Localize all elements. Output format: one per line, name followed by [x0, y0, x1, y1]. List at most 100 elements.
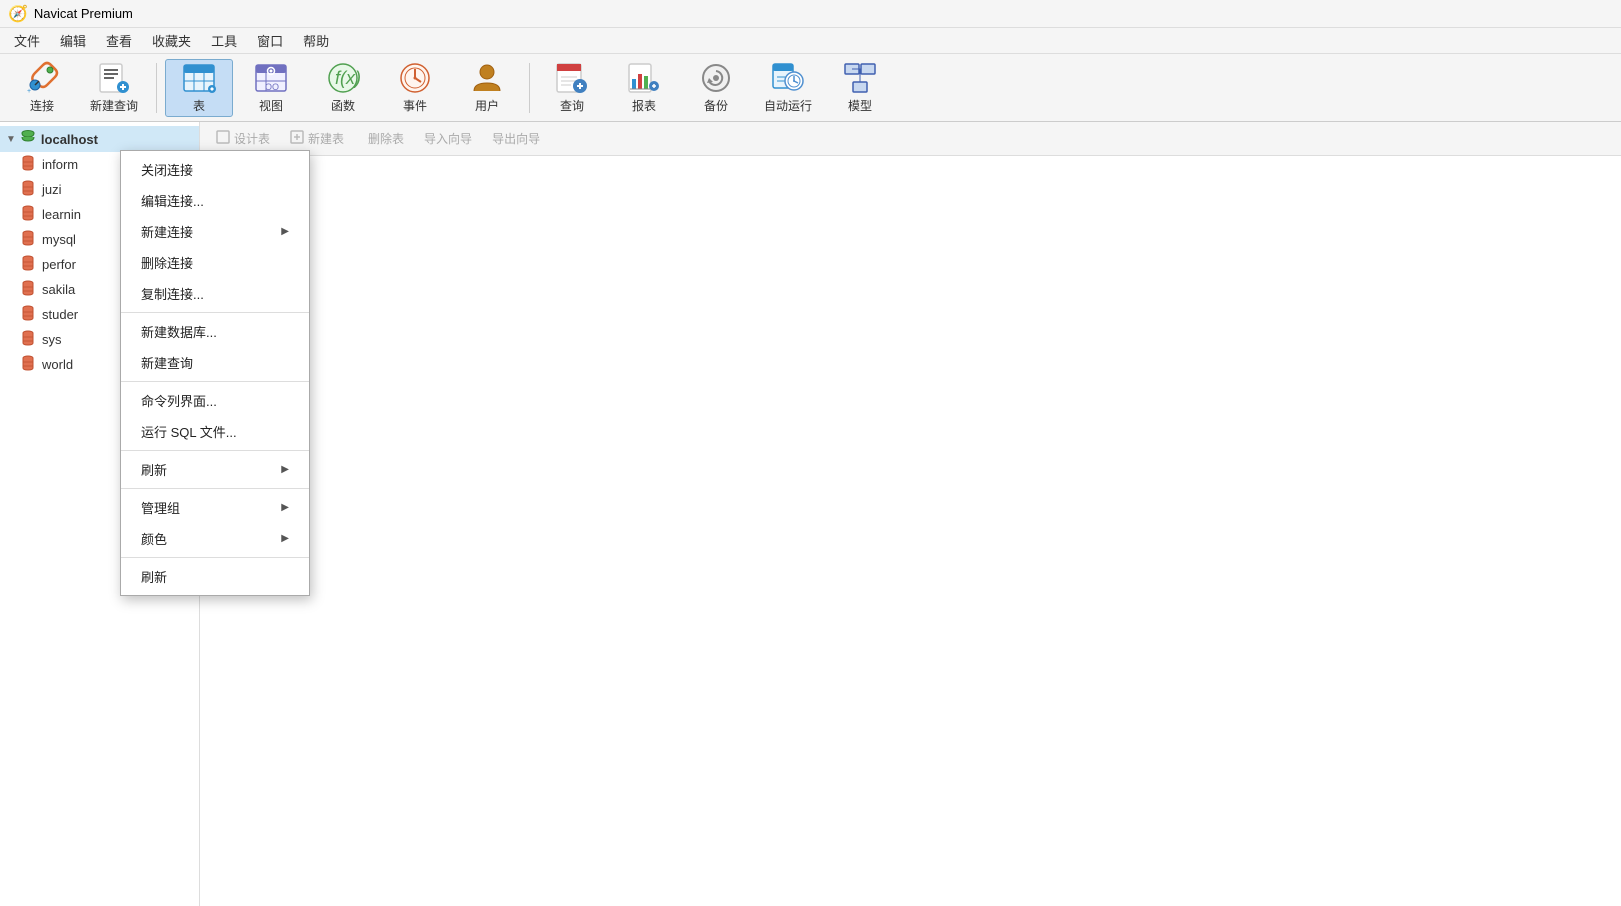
ctx-new-conn[interactable]: 新建连接 ▶	[121, 216, 309, 247]
db-icon-student	[20, 305, 36, 324]
import-wizard-button: 导入向导	[416, 127, 480, 150]
menu-favorites[interactable]: 收藏夹	[142, 28, 201, 53]
toolbar-sep-2	[529, 63, 530, 113]
ctx-edit-conn[interactable]: 编辑连接...	[121, 185, 309, 216]
svg-text:OO: OO	[265, 82, 279, 92]
delete-table-button: 删除表	[356, 127, 412, 150]
toolbar-event-button[interactable]: 事件	[381, 59, 449, 117]
connect-icon: +	[24, 61, 60, 95]
backup-icon	[698, 61, 734, 95]
toolbar-backup-button[interactable]: 备份	[682, 59, 750, 117]
event-icon	[397, 61, 433, 95]
svg-text:f(x): f(x)	[335, 68, 360, 88]
ctx-close-conn-label: 关闭连接	[141, 160, 193, 179]
toolbar: + 连接 新建查询	[0, 54, 1621, 122]
ctx-manage-group-arrow: ▶	[281, 502, 289, 513]
ctx-delete-conn[interactable]: 删除连接	[121, 247, 309, 278]
connection-arrow: ▼	[6, 134, 16, 145]
db-icon-juzi	[20, 180, 36, 199]
ctx-color-arrow: ▶	[281, 533, 289, 544]
toolbar-connect-button[interactable]: + 连接	[8, 59, 76, 117]
svg-text:+: +	[27, 88, 31, 95]
ctx-new-query2-label: 新建查询	[141, 353, 193, 372]
db-icon-mysql	[20, 230, 36, 249]
ctx-sep-1	[121, 312, 309, 313]
sidebar-db-student-label: studer	[42, 307, 78, 322]
user-icon	[469, 61, 505, 95]
sidebar-db-inform-label: inform	[42, 157, 78, 172]
ctx-manage-group-label: 管理组	[141, 498, 180, 517]
toolbar-view-button[interactable]: OO 视图	[237, 59, 305, 117]
toolbar-report-label: 报表	[632, 97, 656, 114]
ctx-copy-conn-label: 复制连接...	[141, 284, 204, 303]
ctx-cmdline[interactable]: 命令列界面...	[121, 385, 309, 416]
sidebar-db-world-label: world	[42, 357, 73, 372]
db-icon-world	[20, 355, 36, 374]
ctx-manage-group[interactable]: 管理组 ▶	[121, 492, 309, 523]
toolbar-report-button[interactable]: 报表	[610, 59, 678, 117]
toolbar-model-button[interactable]: 模型	[826, 59, 894, 117]
connection-db-icon	[20, 129, 36, 149]
ctx-refresh2[interactable]: 刷新	[121, 561, 309, 592]
model-icon	[842, 61, 878, 95]
toolbar-autorun-button[interactable]: 自动运行	[754, 59, 822, 117]
design-table-button: 设计表	[208, 127, 278, 150]
toolbar-model-label: 模型	[848, 97, 872, 114]
db-icon-sakila	[20, 280, 36, 299]
toolbar-connect-label: 连接	[30, 97, 54, 114]
sidebar-db-sakila-label: sakila	[42, 282, 75, 297]
ctx-run-sql[interactable]: 运行 SQL 文件...	[121, 416, 309, 447]
ctx-close-conn[interactable]: 关闭连接	[121, 154, 309, 185]
db-icon-perfor	[20, 255, 36, 274]
menu-tools[interactable]: 工具	[201, 28, 247, 53]
ctx-refresh2-label: 刷新	[141, 567, 167, 586]
content-area: 设计表 新建表 删除表 导入向导 导出向导	[200, 122, 1621, 906]
ctx-cmdline-label: 命令列界面...	[141, 391, 217, 410]
menu-view[interactable]: 查看	[96, 28, 142, 53]
toolbar-new-query-button[interactable]: 新建查询	[80, 59, 148, 117]
new-table-label: 新建表	[308, 130, 344, 147]
table-icon	[181, 61, 217, 95]
ctx-refresh-arrow: ▶	[281, 464, 289, 475]
design-table-icon	[216, 130, 230, 147]
ctx-run-sql-label: 运行 SQL 文件...	[141, 422, 237, 441]
menu-edit[interactable]: 编辑	[50, 28, 96, 53]
ctx-color-label: 颜色	[141, 529, 167, 548]
autorun-icon	[770, 61, 806, 95]
toolbar-table-label: 表	[193, 97, 205, 114]
ctx-color[interactable]: 颜色 ▶	[121, 523, 309, 554]
new-table-icon	[290, 130, 304, 147]
ctx-refresh[interactable]: 刷新 ▶	[121, 454, 309, 485]
content-toolbar: 设计表 新建表 删除表 导入向导 导出向导	[200, 122, 1621, 156]
ctx-new-conn-label: 新建连接	[141, 222, 193, 241]
ctx-sep-4	[121, 488, 309, 489]
toolbar-backup-label: 备份	[704, 97, 728, 114]
menu-bar: 文件 编辑 查看 收藏夹 工具 窗口 帮助	[0, 28, 1621, 54]
toolbar-autorun-label: 自动运行	[764, 97, 812, 114]
sidebar-connection-label: localhost	[41, 132, 98, 147]
import-wizard-label: 导入向导	[424, 130, 472, 147]
toolbar-function-label: 函数	[331, 97, 355, 114]
sidebar-db-learning-label: learnin	[42, 207, 81, 222]
toolbar-query-label: 查询	[560, 97, 584, 114]
sidebar-connection[interactable]: ▼ localhost	[0, 126, 199, 152]
menu-window[interactable]: 窗口	[247, 28, 293, 53]
ctx-new-db[interactable]: 新建数据库...	[121, 316, 309, 347]
export-wizard-button: 导出向导	[484, 127, 548, 150]
menu-help[interactable]: 帮助	[293, 28, 339, 53]
ctx-new-query2[interactable]: 新建查询	[121, 347, 309, 378]
new-query-icon	[96, 61, 132, 95]
ctx-new-db-label: 新建数据库...	[141, 322, 217, 341]
menu-file[interactable]: 文件	[4, 28, 50, 53]
toolbar-view-label: 视图	[259, 97, 283, 114]
ctx-refresh-label: 刷新	[141, 460, 167, 479]
view-icon: OO	[253, 61, 289, 95]
title-bar: 🧭 Navicat Premium	[0, 0, 1621, 28]
toolbar-function-button[interactable]: f(x) 函数	[309, 59, 377, 117]
app-icon: 🧭	[8, 4, 28, 24]
sidebar-db-sys-label: sys	[42, 332, 62, 347]
toolbar-table-button[interactable]: 表	[165, 59, 233, 117]
toolbar-user-button[interactable]: 用户	[453, 59, 521, 117]
ctx-copy-conn[interactable]: 复制连接...	[121, 278, 309, 309]
toolbar-query-button[interactable]: 查询	[538, 59, 606, 117]
